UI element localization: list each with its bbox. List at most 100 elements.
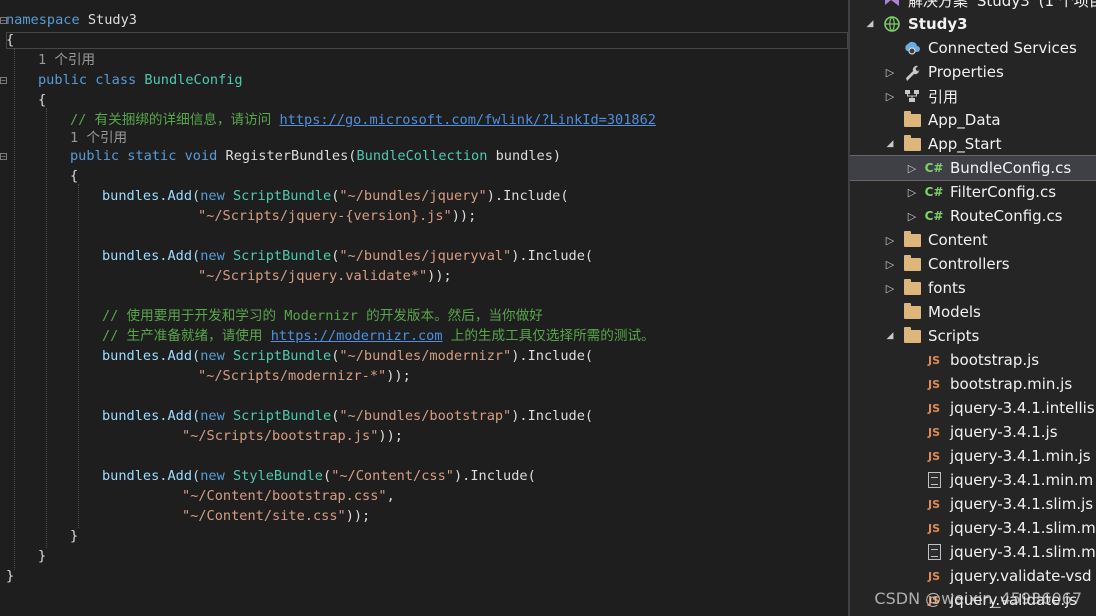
- tree-item[interactable]: JS bootstrap.min.js: [850, 372, 1096, 396]
- folder-shape: [903, 110, 921, 127]
- tree-item[interactable]: App_Data: [850, 108, 1096, 132]
- string-literal: "~/bundles/modernizr": [339, 348, 512, 364]
- collapse-icon[interactable]: −: [0, 77, 7, 85]
- collapsed-arrow-icon[interactable]: ▷: [906, 204, 918, 228]
- tree-item[interactable]: JS jquery-3.4.1.js: [850, 420, 1096, 444]
- code-line[interactable]: namespace Study3: [6, 10, 137, 30]
- tree-item[interactable]: JS jquery-3.4.1.slim.js: [850, 492, 1096, 516]
- tree-item[interactable]: jquery-3.4.1.min.m: [850, 468, 1096, 492]
- code-line[interactable]: {: [38, 90, 46, 110]
- tree-item[interactable]: ▷ fonts: [850, 276, 1096, 300]
- tree-item[interactable]: ▷ Properties: [850, 60, 1096, 84]
- folder-shape: [903, 230, 921, 247]
- tree-item[interactable]: 解决方案 'Study3' (1 个项目,: [850, 0, 1096, 12]
- tree-item[interactable]: ▷ 引用: [850, 84, 1096, 108]
- folder-shape: [903, 134, 921, 151]
- code-line[interactable]: }: [70, 526, 78, 546]
- brace: {: [38, 92, 47, 108]
- class-name: BundleConfig: [144, 72, 243, 88]
- codelens-line[interactable]: 1 个引用: [38, 50, 95, 70]
- code-line[interactable]: public static void RegisterBundles(Bundl…: [70, 146, 561, 166]
- collapsed-arrow-icon[interactable]: ▷: [884, 252, 896, 276]
- punctuation: ));: [345, 508, 371, 524]
- comment-link[interactable]: https://modernizr.com: [271, 328, 443, 344]
- type-name: ScriptBundle: [232, 248, 332, 264]
- code-line[interactable]: }: [38, 546, 46, 566]
- tree-item[interactable]: JS jquery-3.4.1.intellis: [850, 396, 1096, 420]
- tree-item[interactable]: Connected Services: [850, 36, 1096, 60]
- paren: (: [323, 468, 332, 484]
- collapsed-arrow-icon[interactable]: ▷: [906, 156, 918, 180]
- arrow-placeholder: [884, 36, 896, 60]
- tree-item[interactable]: ▷ C# RouteConfig.cs: [850, 204, 1096, 228]
- keyword: new: [200, 468, 225, 484]
- type-name: StyleBundle: [232, 468, 323, 484]
- tree-item[interactable]: ▷ C# BundleConfig.cs: [850, 155, 1096, 181]
- collapsed-arrow-icon[interactable]: ▷: [884, 60, 896, 84]
- tree-item[interactable]: JS bootstrap.js: [850, 348, 1096, 372]
- tree-item[interactable]: Models: [850, 300, 1096, 324]
- tree-item[interactable]: ▷ Content: [850, 228, 1096, 252]
- codelens-references: 1 个引用: [38, 52, 96, 68]
- code-line[interactable]: "~/Content/bootstrap.css",: [182, 486, 395, 506]
- code-editor[interactable]: namespace Study3 {1 个引用 public class Bundl…: [0, 0, 848, 616]
- collapse-icon[interactable]: −: [0, 153, 7, 161]
- tree-item-label: Study3: [908, 15, 968, 33]
- tree-item-label: 引用: [928, 87, 959, 106]
- string-literal: "~/Content/bootstrap.css": [182, 488, 387, 504]
- tree-item[interactable]: ◢ Scripts: [850, 324, 1096, 348]
- code-line[interactable]: public class BundleConfig: [38, 70, 243, 90]
- code-line[interactable]: "~/Scripts/jquery.validate*"));: [198, 266, 452, 286]
- comment: // 有关捆绑的详细信息，请访问: [70, 112, 280, 128]
- code-line[interactable]: bundles.Add(new ScriptBundle("~/bundles/…: [102, 186, 569, 206]
- tree-item[interactable]: JS jquery-3.4.1.slim.m: [850, 516, 1096, 540]
- tree-item[interactable]: ◢ App_Start: [850, 132, 1096, 156]
- tree-item-label: jquery-3.4.1.js: [950, 423, 1058, 441]
- tree-item-label: FilterConfig.cs: [950, 183, 1057, 201]
- collapsed-arrow-icon[interactable]: ▷: [884, 276, 896, 300]
- keyword: new: [200, 348, 225, 364]
- code-line[interactable]: "~/Content/site.css"));: [182, 506, 370, 526]
- code-line[interactable]: {: [70, 166, 78, 186]
- expanded-arrow-icon[interactable]: ◢: [884, 132, 896, 156]
- doc-file-icon: [924, 470, 944, 490]
- code-line[interactable]: bundles.Add(new ScriptBundle("~/bundles/…: [102, 406, 593, 426]
- doc-shape: [927, 472, 941, 488]
- expanded-arrow-icon[interactable]: ◢: [864, 12, 876, 36]
- code-line[interactable]: bundles.Add(new StyleBundle("~/Content/c…: [102, 466, 536, 486]
- arrow-placeholder: [906, 444, 918, 468]
- code-line[interactable]: bundles.Add(new ScriptBundle("~/bundles/…: [102, 346, 593, 366]
- code-line[interactable]: // 使用要用于开发和学习的 Modernizr 的开发版本。然后，当你做好: [102, 306, 543, 326]
- code-line[interactable]: "~/Scripts/bootstrap.js"));: [182, 426, 403, 446]
- tree-item[interactable]: JS jquery-3.4.1.min.js: [850, 444, 1096, 468]
- code-line[interactable]: // 生产准备就绪，请使用 https://modernizr.com 上的生成…: [102, 326, 655, 346]
- tree-item[interactable]: JS jquery.validate-vsd: [850, 564, 1096, 588]
- arrow-placeholder: [884, 300, 896, 324]
- solution-explorer[interactable]: 解决方案 'Study3' (1 个项目, ◢ Study3 Connected Se…: [850, 0, 1096, 616]
- comment-link[interactable]: https://go.microsoft.com/fwlink/?LinkId=…: [279, 112, 655, 128]
- collapsed-arrow-icon[interactable]: ▷: [884, 84, 896, 108]
- code-line[interactable]: bundles.Add(new ScriptBundle("~/bundles/…: [102, 246, 593, 266]
- tree-item-label: jquery-3.4.1.slim.m: [950, 519, 1096, 537]
- expanded-arrow-icon[interactable]: ◢: [884, 324, 896, 348]
- indent-guide: [14, 48, 15, 570]
- folder-icon: [902, 254, 922, 274]
- code-line[interactable]: "~/Scripts/jquery-{version}.js"));: [198, 206, 476, 226]
- codelens-line[interactable]: 1 个引用: [70, 128, 127, 148]
- tree-item[interactable]: ◢ Study3: [850, 12, 1096, 36]
- tree-item[interactable]: ▷ Controllers: [850, 252, 1096, 276]
- tree-item[interactable]: ▷ C# FilterConfig.cs: [850, 180, 1096, 204]
- collapsed-arrow-icon[interactable]: ▷: [884, 228, 896, 252]
- string-literal: "~/bundles/jqueryval": [339, 248, 512, 264]
- js-file-icon: JS: [927, 449, 940, 463]
- method-call: ).Include(: [511, 408, 594, 424]
- collapse-icon[interactable]: −: [0, 17, 7, 25]
- tree-item[interactable]: jquery-3.4.1.slim.m: [850, 540, 1096, 564]
- code-line[interactable]: "~/Scripts/modernizr-*"));: [198, 366, 411, 386]
- code-line[interactable]: // 有关捆绑的详细信息，请访问 https://go.microsoft.co…: [70, 110, 656, 130]
- collapsed-arrow-icon[interactable]: ▷: [906, 180, 918, 204]
- punctuation: ,: [386, 488, 395, 504]
- arrow-placeholder: [906, 564, 918, 588]
